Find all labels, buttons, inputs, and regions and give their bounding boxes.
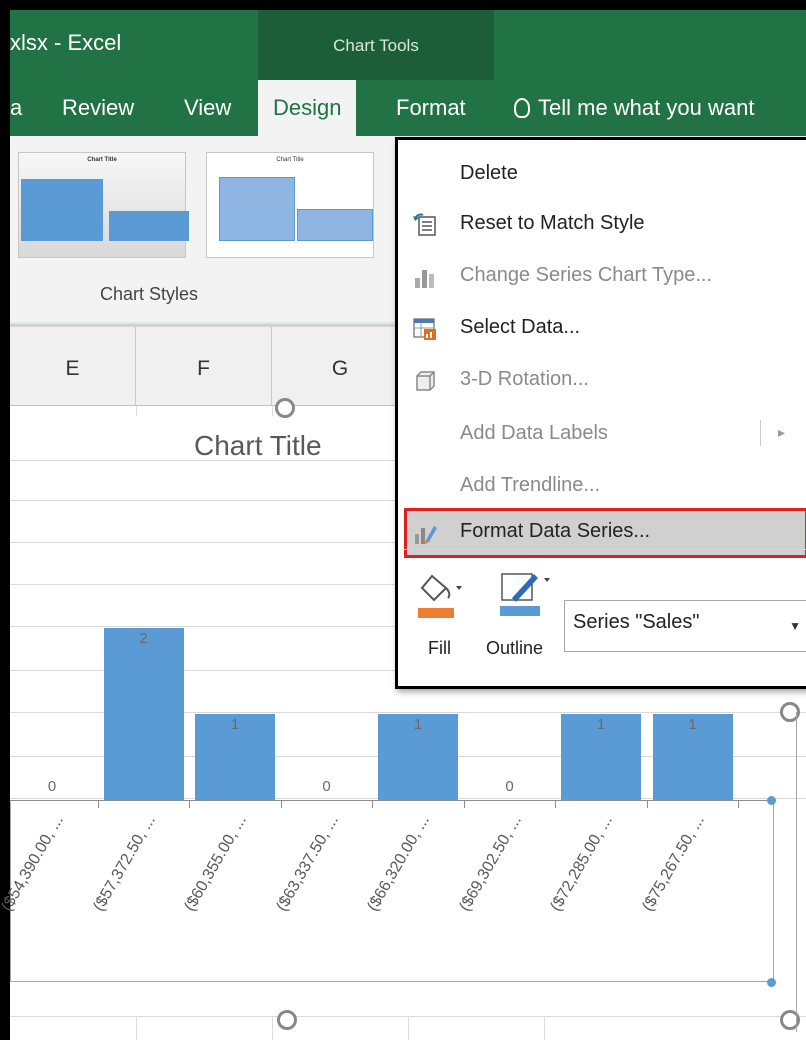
chart-bar[interactable] [103,628,184,800]
bar-data-label: 0 [505,778,514,795]
bar-data-label: 1 [230,716,240,733]
tab-view[interactable]: View [184,80,231,136]
tab-data[interactable]: a [10,80,22,136]
bar-data-label: 1 [688,716,697,733]
rotation-3d-icon [416,371,435,391]
menu-item-select-data[interactable]: Select Data... [398,304,806,354]
chart-style-thumb-2[interactable]: Chart Title [206,152,374,258]
tab-review[interactable]: Review [62,80,134,136]
chart-style-thumb-2-title: Chart Title [276,157,304,163]
window-title: xlsx - Excel [10,30,122,55]
fill-label[interactable]: Fill [428,638,451,659]
chart-style-thumb-1[interactable]: Chart Title [18,152,189,258]
thumb-2-bar-1 [219,177,295,241]
chart-style-thumb-1-title: Chart Title [87,157,117,163]
bar-data-label: 0 [322,778,331,795]
series-selector-dropdown[interactable]: Series "Sales" ▼ [564,600,806,652]
column-header-e[interactable]: E [10,327,136,407]
thumb-1-bar-1 [21,179,103,241]
chart-resize-handle-corner[interactable] [780,1010,800,1030]
chart-title[interactable]: Chart Title [194,430,322,462]
bar-data-label: 2 [139,630,148,647]
column-header-g[interactable]: G [272,327,408,407]
thumb-2-bar-2 [297,209,373,241]
tab-format[interactable]: Format [396,80,466,136]
series-selector-value: Series "Sales" [573,611,700,633]
chart-tools-label: Chart Tools [333,36,419,55]
format-series-icon [415,526,437,544]
chart-resize-handle-right[interactable] [780,702,800,722]
menu-item-delete[interactable]: Delete [398,150,806,200]
menu-item-3d-rotation[interactable]: 3-D Rotation... [398,356,806,406]
chart-styles-group-label: Chart Styles [100,284,199,304]
outline-pen-icon[interactable] [498,568,558,626]
submenu-separator [760,420,761,446]
menu-item-reset-to-match-style[interactable]: Reset to Match Style [398,200,806,250]
chart-border [796,712,797,1032]
menu-item-add-trendline[interactable]: Add Trendline... [398,462,806,512]
context-menu: Delete Reset to Match Style Change Serie… [395,137,806,689]
bar-data-label: 1 [596,716,606,733]
lightbulb-icon [514,98,530,118]
menu-item-change-series-chart-type[interactable]: Change Series Chart Type... [398,252,806,302]
chart-tools-group: Chart Tools [258,10,494,80]
fill-bucket-icon[interactable] [416,570,466,626]
axis-selection-handle-bottom[interactable] [767,978,776,987]
chart-resize-handle-top[interactable] [275,398,295,418]
chart-type-icon [415,270,434,288]
reset-style-icon [413,213,436,236]
title-bar: xlsx - Excel Chart Tools [10,10,806,80]
outline-label[interactable]: Outline [486,638,543,659]
column-header-f[interactable]: F [136,327,272,407]
tab-design[interactable]: Design [258,80,357,136]
tell-me-box[interactable]: Tell me what you want [514,80,754,136]
menu-separator [404,549,806,550]
ribbon-tabs: a Review View Design Format Tell me what… [10,80,806,136]
chevron-down-icon: ▼ [789,619,801,633]
menu-item-format-data-series[interactable]: Format Data Series... [404,508,806,558]
axis-selection-handle-top[interactable] [767,796,776,805]
thumb-1-bar-2 [109,211,189,241]
menu-item-add-data-labels[interactable]: Add Data Labels ▸ [398,410,806,460]
bar-data-label: 1 [413,716,423,733]
chart-resize-handle-bottom[interactable] [277,1010,297,1030]
chart-x-axis [10,800,776,801]
submenu-arrow-icon: ▸ [778,424,786,440]
tell-me-text: Tell me what you want [538,95,755,120]
bar-data-label: 0 [47,778,57,795]
select-data-icon [413,318,436,340]
